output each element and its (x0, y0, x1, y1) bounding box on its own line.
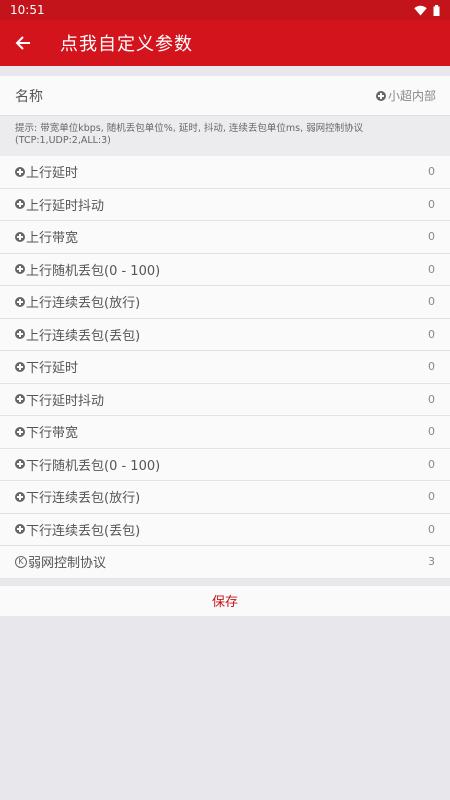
protocol-label: 弱网控制协议 (28, 556, 107, 572)
param-left: 上行带宽 (15, 227, 78, 246)
back-button[interactable] (0, 20, 46, 66)
plus-circle-icon (15, 296, 25, 307)
param-left: 下行连续丢包(放行) (15, 487, 140, 506)
param-label: 下行连续丢包(丢包) (26, 523, 141, 539)
param-label: 上行随机丢包(0 - 100) (26, 263, 161, 279)
plus-circle-icon (15, 394, 25, 405)
param-label: 下行连续丢包(放行) (26, 491, 141, 507)
param-left: 下行随机丢包(0 - 100) (15, 455, 160, 474)
protocol-left: K 弱网控制协议 (15, 552, 106, 571)
status-time: 10:51 (10, 3, 45, 17)
param-value: 0 (428, 230, 435, 244)
param-label: 上行连续丢包(丢包) (26, 328, 141, 344)
plus-circle-icon (15, 264, 25, 275)
param-label: 下行延时抖动 (26, 393, 105, 409)
plus-circle-icon (15, 199, 25, 210)
name-row[interactable]: 名称 小超内部 (0, 76, 450, 116)
param-row[interactable]: 上行延时抖动 0 (0, 189, 450, 221)
spacer (0, 578, 450, 586)
param-row[interactable]: 下行带宽 0 (0, 416, 450, 449)
name-label: 名称 (15, 88, 43, 105)
spacer (0, 66, 450, 76)
name-value: 小超内部 (375, 87, 436, 104)
param-value: 0 (428, 457, 435, 471)
param-value: 0 (428, 197, 435, 211)
plus-circle-icon (15, 524, 25, 535)
plus-circle-icon (15, 231, 25, 242)
param-left: 下行带宽 (15, 422, 78, 441)
param-left: 上行延时 (15, 162, 78, 181)
param-label: 上行延时 (26, 166, 79, 182)
param-label: 上行延时抖动 (26, 198, 105, 214)
param-list: 上行延时 0 上行延时抖动 0 上行带宽 0 上行随机丢包(0 - 100) 0 上行连续丢包(… (0, 156, 450, 546)
protocol-value: 3 (428, 555, 435, 569)
param-value: 0 (428, 490, 435, 504)
param-left: 下行延时 (15, 357, 78, 376)
plus-circle-icon (15, 166, 25, 177)
k-circle-icon: K (15, 555, 27, 568)
param-left: 上行连续丢包(丢包) (15, 325, 140, 344)
plus-circle-icon (15, 426, 25, 437)
param-value: 0 (428, 262, 435, 276)
plus-circle-icon (15, 329, 25, 340)
protocol-row[interactable]: K 弱网控制协议 3 (0, 546, 450, 579)
plus-circle-icon (375, 90, 386, 101)
param-left: 上行随机丢包(0 - 100) (15, 260, 160, 279)
plus-circle-icon (15, 361, 25, 372)
param-left: 下行连续丢包(丢包) (15, 520, 140, 539)
plus-circle-icon (15, 491, 25, 502)
param-row[interactable]: 下行随机丢包(0 - 100) 0 (0, 449, 450, 481)
param-value: 0 (428, 327, 435, 341)
param-row[interactable]: 上行连续丢包(放行) 0 (0, 286, 450, 319)
param-row[interactable]: 上行随机丢包(0 - 100) 0 (0, 254, 450, 286)
param-row[interactable]: 下行连续丢包(放行) 0 (0, 481, 450, 514)
app-bar: 点我自定义参数 (0, 20, 450, 66)
plus-circle-icon (15, 459, 25, 470)
param-row[interactable]: 下行连续丢包(丢包) 0 (0, 514, 450, 546)
param-row[interactable]: 上行连续丢包(丢包) 0 (0, 319, 450, 351)
battery-icon (433, 4, 440, 16)
param-row[interactable]: 下行延时 0 (0, 351, 450, 384)
status-bar: 10:51 (0, 0, 450, 20)
param-left: 上行延时抖动 (15, 195, 104, 214)
param-row[interactable]: 下行延时抖动 0 (0, 384, 450, 416)
param-value: 0 (428, 392, 435, 406)
param-label: 下行延时 (26, 361, 79, 377)
status-icons (414, 4, 440, 16)
name-value-text: 小超内部 (387, 89, 436, 103)
arrow-left-icon (15, 36, 30, 50)
wifi-icon (414, 5, 427, 15)
content: 名称 小超内部 提示: 带宽单位kbps, 随机丢包单位%, 延时, 抖动, 连… (0, 66, 450, 616)
param-row[interactable]: 上行带宽 0 (0, 221, 450, 254)
param-left: 上行连续丢包(放行) (15, 292, 140, 311)
param-label: 下行随机丢包(0 - 100) (26, 458, 161, 474)
param-value: 0 (428, 165, 435, 179)
param-label: 下行带宽 (26, 426, 79, 442)
hint-text: 提示: 带宽单位kbps, 随机丢包单位%, 延时, 抖动, 连续丢包单位ms,… (0, 116, 450, 156)
param-value: 0 (428, 360, 435, 374)
param-value: 0 (428, 295, 435, 309)
protocol-section: K 弱网控制协议 3 (0, 546, 450, 579)
param-label: 上行连续丢包(放行) (26, 296, 141, 312)
param-value: 0 (428, 425, 435, 439)
param-row[interactable]: 上行延时 0 (0, 156, 450, 189)
save-label: 保存 (211, 595, 238, 610)
param-left: 下行延时抖动 (15, 390, 104, 409)
param-label: 上行带宽 (26, 231, 79, 247)
page-title: 点我自定义参数 (60, 34, 193, 55)
save-button[interactable]: 保存 (0, 585, 450, 616)
param-value: 0 (428, 522, 435, 536)
